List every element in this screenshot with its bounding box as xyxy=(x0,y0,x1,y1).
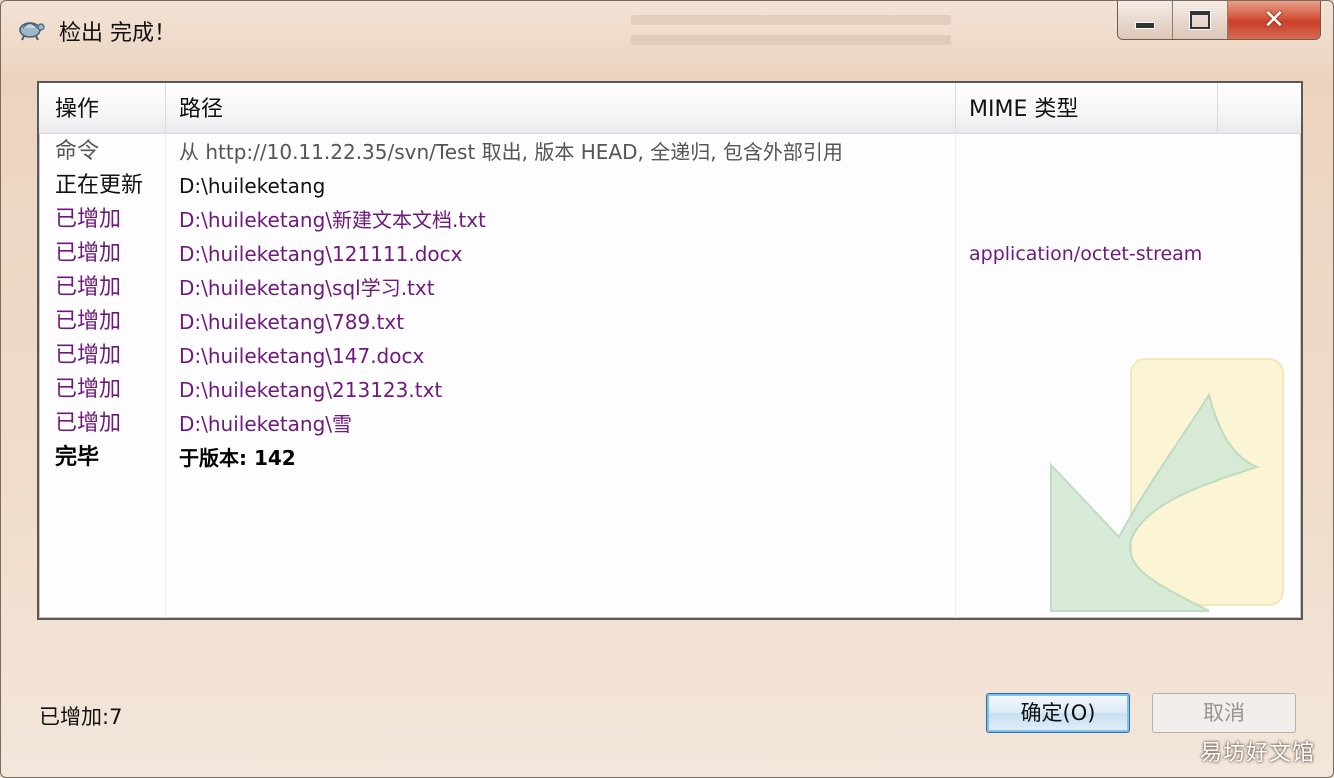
row-path: D:\huileketang\147.docx xyxy=(179,344,425,368)
list-item[interactable]: 已增加 D:\huileketang\213123.txt xyxy=(39,373,1301,407)
header-path[interactable]: 路径 xyxy=(163,83,959,133)
ok-button[interactable]: 确定(O) xyxy=(986,693,1130,733)
row-path: D:\huileketang xyxy=(179,174,326,198)
row-action: 已增加 xyxy=(55,411,122,436)
row-action: 已增加 xyxy=(55,377,122,402)
row-action: 已增加 xyxy=(55,241,122,266)
list-item[interactable]: 正在更新 D:\huileketang xyxy=(39,169,1301,203)
list-item[interactable]: 已增加 D:\huileketang\147.docx xyxy=(39,339,1301,373)
list-item[interactable]: 完毕 于版本: 142 xyxy=(39,441,1301,475)
row-action: 已增加 xyxy=(55,343,122,368)
row-action: 已增加 xyxy=(55,207,122,232)
list-item[interactable]: 已增加 D:\huileketang\新建文本文档.txt xyxy=(39,203,1301,237)
row-action: 命令 xyxy=(55,139,100,164)
header-divider[interactable] xyxy=(1217,83,1218,133)
row-path: D:\huileketang\213123.txt xyxy=(179,378,443,402)
row-path: D:\huileketang\新建文本文档.txt xyxy=(179,208,486,232)
row-action: 完毕 xyxy=(55,445,100,470)
list-header: 操作 路径 MIME 类型 xyxy=(39,83,1301,134)
cancel-button[interactable]: 取消 xyxy=(1152,693,1296,733)
row-path: D:\huileketang\789.txt xyxy=(179,310,405,334)
close-icon: ✕ xyxy=(1263,5,1285,35)
list-item[interactable]: 已增加 D:\huileketang\sql学习.txt xyxy=(39,271,1301,305)
row-path: D:\huileketang\雪 xyxy=(179,412,353,436)
row-path: 于版本: 142 xyxy=(179,446,296,470)
row-path: D:\huileketang\sql学习.txt xyxy=(179,276,435,300)
minimize-button[interactable] xyxy=(1118,1,1173,39)
caption-buttons: ✕ xyxy=(1117,1,1321,40)
row-mime: application/octet-stream xyxy=(969,243,1203,265)
maximize-button[interactable] xyxy=(1173,1,1228,39)
row-path: 从 http://10.11.22.35/svn/Test 取出, 版本 HEA… xyxy=(179,140,843,164)
list-item[interactable]: 已增加 D:\huileketang\789.txt xyxy=(39,305,1301,339)
status-summary: 已增加:7 xyxy=(39,705,123,729)
row-action: 已增加 xyxy=(55,275,122,300)
list-rows: 命令 从 http://10.11.22.35/svn/Test 取出, 版本 H… xyxy=(39,135,1301,475)
row-action: 正在更新 xyxy=(55,173,144,198)
list-item[interactable]: 命令 从 http://10.11.22.35/svn/Test 取出, 版本 H… xyxy=(39,135,1301,169)
action-list[interactable]: 操作 路径 MIME 类型 命令 从 http://10.11.22.35/svn… xyxy=(37,81,1303,620)
header-mime[interactable]: MIME 类型 xyxy=(953,83,1209,133)
close-button[interactable]: ✕ xyxy=(1228,1,1320,39)
title-bar[interactable]: 检出 完成！ ✕ xyxy=(1,1,1333,61)
list-item[interactable]: 已增加 D:\huileketang\121111.docx application… xyxy=(39,237,1301,271)
maximize-icon xyxy=(1189,10,1211,30)
background-window-ghost xyxy=(631,5,951,61)
row-path: D:\huileketang\121111.docx xyxy=(179,242,463,266)
minimize-icon xyxy=(1135,21,1155,29)
tortoise-icon xyxy=(19,22,45,41)
checkout-dialog: 检出 完成！ ✕ 操作 路径 MIME 类型 命令 从 http://10.11… xyxy=(0,0,1334,778)
corner-watermark: 易坊好文馆 xyxy=(1199,741,1315,766)
window-title: 检出 完成！ xyxy=(59,21,176,46)
header-action[interactable]: 操作 xyxy=(39,83,165,133)
row-action: 已增加 xyxy=(55,309,122,334)
list-item[interactable]: 已增加 D:\huileketang\雪 xyxy=(39,407,1301,441)
